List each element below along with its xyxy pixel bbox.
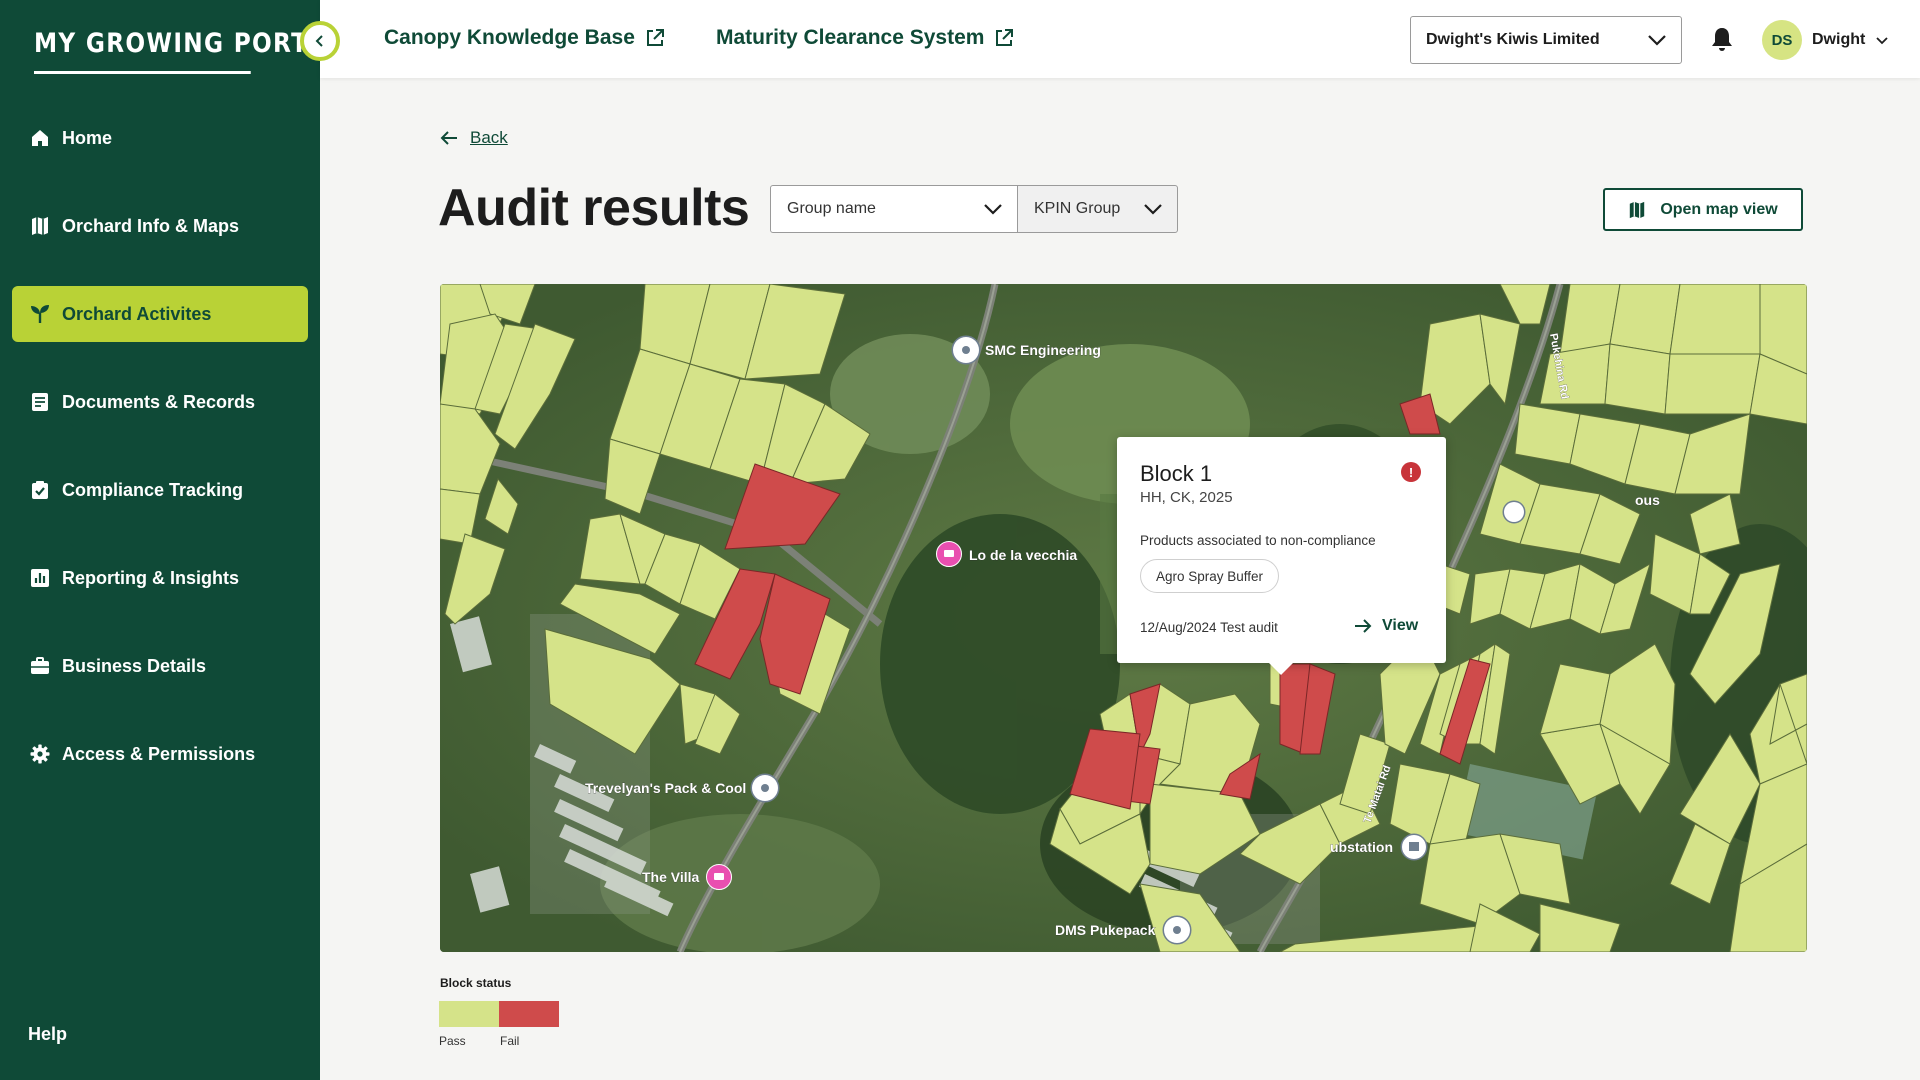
- bell-icon: [1712, 28, 1732, 51]
- arrow-left-icon: [440, 131, 457, 145]
- sidebar-item-label: Home: [62, 127, 113, 148]
- user-menu[interactable]: DS Dwight: [1762, 20, 1889, 60]
- map-label-dms-pukepack: DMS Pukepack: [1055, 922, 1156, 938]
- sidebar-item-compliance[interactable]: Compliance Tracking: [12, 462, 308, 518]
- kpin-group-select[interactable]: KPIN Group: [1017, 185, 1178, 233]
- sidebar-item-label: Orchard Activites: [62, 303, 212, 324]
- external-link-icon: [646, 29, 664, 46]
- sidebar-nav: Home Orchard Info & Maps Orchard Activit…: [12, 110, 308, 814]
- group-name-select[interactable]: Group name: [770, 185, 1018, 233]
- map-icon: [1630, 201, 1645, 218]
- organisation-value: Dwight's Kiwis Limited: [1426, 31, 1600, 48]
- portal-logo[interactable]: MY GROWING PORTAL: [34, 28, 341, 74]
- view-audit-button[interactable]: View: [1354, 617, 1418, 635]
- sidebar-item-documents[interactable]: Documents & Records: [12, 374, 308, 430]
- map-label-smc: SMC Engineering: [985, 342, 1101, 358]
- collapse-sidebar-button[interactable]: [300, 21, 340, 61]
- top-header: Canopy Knowledge Base Maturity Clearance…: [320, 0, 1920, 78]
- sidebar-item-reporting[interactable]: Reporting & Insights: [12, 550, 308, 606]
- organisation-select[interactable]: Dwight's Kiwis Limited: [1410, 16, 1682, 64]
- product-chip[interactable]: Agro Spray Buffer: [1140, 559, 1280, 593]
- chevron-down-icon: [1876, 36, 1888, 44]
- canopy-knowledge-base-link[interactable]: Canopy Knowledge Base: [384, 26, 665, 50]
- sidebar-item-access[interactable]: Access & Permissions: [12, 726, 308, 782]
- help-link[interactable]: Help: [28, 1024, 67, 1045]
- map-icon: [30, 216, 50, 236]
- arrow-right-icon: [1355, 619, 1372, 633]
- sidebar-item-business[interactable]: Business Details: [12, 638, 308, 694]
- sidebar-item-label: Documents & Records: [62, 391, 256, 412]
- group-name-value: Group name: [787, 200, 876, 217]
- map-label-the-villa: The Villa: [642, 869, 700, 885]
- sidebar: MY GROWING PORTAL Home Orchard Info & Ma…: [0, 0, 341, 1080]
- chevron-down-icon: [984, 204, 1002, 215]
- popup-subtitle: HH, CK, 2025: [1140, 489, 1233, 506]
- sidebar-item-orchard-info[interactable]: Orchard Info & Maps: [12, 198, 308, 254]
- sidebar-item-label: Compliance Tracking: [62, 479, 244, 500]
- open-map-view-label: Open map view: [1660, 200, 1778, 218]
- map-label-trevelyans: Trevelyan's Pack & Cool: [585, 780, 746, 796]
- notifications-button[interactable]: [1710, 26, 1734, 57]
- open-map-view-button[interactable]: Open map view: [1603, 188, 1803, 231]
- legend-fail-label: Fail: [500, 1034, 520, 1048]
- sidebar-item-label: Business Details: [62, 655, 207, 676]
- link-label: Maturity Clearance System: [716, 26, 985, 49]
- map-label-substation: ubstation: [1330, 839, 1393, 855]
- external-link-icon: [996, 29, 1014, 46]
- chevron-down-icon: [1648, 35, 1666, 46]
- home-icon: [30, 128, 50, 148]
- alert-icon: !: [1401, 462, 1421, 482]
- chevron-down-icon: [1144, 204, 1162, 215]
- avatar: DS: [1762, 20, 1802, 60]
- bar-chart-icon: [30, 568, 50, 588]
- chevron-left-icon: [315, 35, 323, 47]
- sidebar-item-label: Reporting & Insights: [62, 567, 239, 588]
- back-link[interactable]: Back: [440, 128, 508, 148]
- sidebar-item-orchard-activities[interactable]: Orchard Activites: [12, 286, 308, 342]
- audit-map[interactable]: SMC Engineering Lo de la vecchia Trevely…: [440, 284, 1807, 952]
- legend-title: Block status: [440, 976, 512, 990]
- block-info-popup: Block 1 HH, CK, 2025 ! Products associat…: [1117, 437, 1446, 675]
- legend-pass-swatch: [439, 1001, 499, 1027]
- legend-pass-label: Pass: [439, 1034, 466, 1048]
- sprout-icon: [30, 304, 50, 324]
- gear-icon: [30, 744, 50, 764]
- kpin-group-value: KPIN Group: [1034, 200, 1121, 217]
- view-label: View: [1382, 617, 1419, 634]
- sidebar-item-label: Access & Permissions: [62, 743, 256, 764]
- audit-date: 12/Aug/2024 Test audit: [1140, 620, 1278, 635]
- popup-title: Block 1: [1140, 461, 1213, 486]
- document-icon: [30, 392, 50, 412]
- map-label-ous: ous: [1635, 492, 1660, 508]
- legend-fail-swatch: [499, 1001, 559, 1027]
- map-label-lo-de-la-vecchia: Lo de la vecchia: [969, 547, 1077, 563]
- sidebar-item-label: Orchard Info & Maps: [62, 215, 240, 236]
- briefcase-icon: [30, 656, 50, 676]
- non-compliance-label: Products associated to non-compliance: [1140, 533, 1376, 548]
- clipboard-check-icon: [30, 480, 50, 500]
- user-name: Dwight: [1812, 31, 1866, 48]
- maturity-clearance-system-link[interactable]: Maturity Clearance System: [716, 26, 1014, 50]
- link-label: Canopy Knowledge Base: [384, 26, 635, 49]
- page-title: Audit results: [438, 179, 750, 237]
- back-label: Back: [470, 128, 508, 147]
- sidebar-item-home[interactable]: Home: [12, 110, 308, 166]
